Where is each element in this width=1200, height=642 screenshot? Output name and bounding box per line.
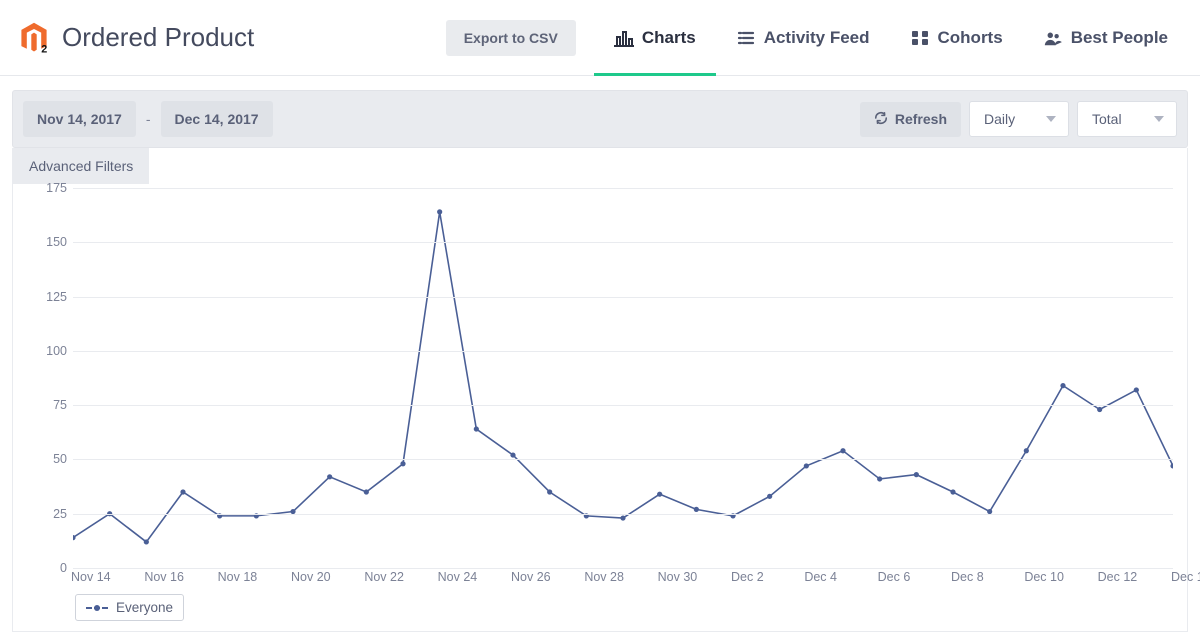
date-start-picker[interactable]: Nov 14, 2017	[23, 101, 136, 137]
gridline	[73, 459, 1173, 460]
series-line-everyone	[73, 212, 1173, 542]
legend-swatch-icon	[86, 603, 108, 613]
aggregate-value: Total	[1092, 111, 1122, 127]
y-tick-label: 100	[46, 344, 67, 358]
x-tick-label: Nov 28	[584, 570, 624, 584]
x-tick-label: Dec 8	[951, 570, 984, 584]
tab-label: Activity Feed	[764, 28, 870, 48]
tab-activity-feed[interactable]: Activity Feed	[716, 0, 890, 75]
x-tick-label: Dec 2	[731, 570, 764, 584]
x-tick-label: Nov 18	[218, 570, 258, 584]
refresh-icon	[874, 111, 888, 128]
refresh-label: Refresh	[895, 111, 947, 127]
gridline	[73, 351, 1173, 352]
export-csv-button[interactable]: Export to CSV	[446, 20, 576, 56]
tab-charts[interactable]: Charts	[594, 0, 716, 75]
granularity-select[interactable]: Daily	[969, 101, 1069, 137]
x-tick-label: Dec 4	[804, 570, 837, 584]
data-point[interactable]	[877, 476, 882, 481]
x-tick-label: Nov 22	[364, 570, 404, 584]
data-point[interactable]	[950, 489, 955, 494]
tab-label: Best People	[1071, 28, 1168, 48]
tab-label: Cohorts	[938, 28, 1003, 48]
granularity-value: Daily	[984, 111, 1015, 127]
svg-text:2: 2	[41, 43, 47, 55]
app-logo: 2 Ordered Product	[12, 20, 254, 56]
y-tick-label: 50	[53, 452, 67, 466]
x-tick-label: Nov 16	[144, 570, 184, 584]
gridline	[73, 405, 1173, 406]
data-point[interactable]	[144, 539, 149, 544]
advanced-filters-button[interactable]: Advanced Filters	[13, 148, 149, 184]
data-point[interactable]	[804, 463, 809, 468]
x-axis: Nov 14 Nov 16 Nov 18 Nov 20 Nov 22 Nov 24 Nov …	[73, 568, 1173, 588]
data-point[interactable]	[620, 515, 625, 520]
tab-best-people[interactable]: Best People	[1023, 0, 1188, 75]
gridline	[73, 188, 1173, 189]
data-point[interactable]	[1134, 387, 1139, 392]
data-point[interactable]	[914, 472, 919, 477]
x-tick-label: Nov 20	[291, 570, 331, 584]
data-point[interactable]	[1024, 448, 1029, 453]
gridline	[73, 242, 1173, 243]
x-tick-label: Nov 24	[438, 570, 478, 584]
x-tick-label: Dec 12	[1098, 570, 1138, 584]
x-tick-label: Nov 30	[658, 570, 698, 584]
data-point[interactable]	[364, 489, 369, 494]
gridline	[73, 297, 1173, 298]
page-title: Ordered Product	[62, 22, 254, 53]
aggregate-select[interactable]: Total	[1077, 101, 1177, 137]
people-icon	[1043, 29, 1063, 47]
bar-chart-icon	[614, 29, 634, 47]
x-tick-label: Dec 14	[1171, 570, 1200, 584]
legend-item-everyone[interactable]: Everyone	[75, 594, 184, 621]
data-point[interactable]	[180, 489, 185, 494]
y-axis: 0255075100125150175	[27, 188, 73, 568]
date-end-picker[interactable]: Dec 14, 2017	[161, 101, 273, 137]
data-point[interactable]	[327, 474, 332, 479]
gridline	[73, 514, 1173, 515]
y-tick-label: 175	[46, 181, 67, 195]
x-tick-label: Nov 14	[71, 570, 111, 584]
data-point[interactable]	[840, 448, 845, 453]
y-tick-label: 25	[53, 507, 67, 521]
grid-icon	[910, 29, 930, 47]
data-point[interactable]	[437, 209, 442, 214]
data-point[interactable]	[694, 507, 699, 512]
legend-label: Everyone	[116, 600, 173, 615]
date-range-separator: -	[146, 111, 151, 127]
chart-area: 0255075100125150175 Nov 14Nov 16Nov 18No…	[27, 188, 1173, 621]
y-tick-label: 0	[60, 561, 67, 575]
list-icon	[736, 29, 756, 47]
data-point[interactable]	[657, 492, 662, 497]
y-tick-label: 75	[53, 398, 67, 412]
tab-cohorts[interactable]: Cohorts	[890, 0, 1023, 75]
data-point[interactable]	[1060, 383, 1065, 388]
refresh-button[interactable]: Refresh	[860, 102, 961, 137]
y-tick-label: 125	[46, 290, 67, 304]
x-tick-label: Nov 26	[511, 570, 551, 584]
x-tick-label: Dec 6	[878, 570, 911, 584]
y-tick-label: 150	[46, 235, 67, 249]
data-point[interactable]	[400, 461, 405, 466]
data-point[interactable]	[767, 494, 772, 499]
data-point[interactable]	[1097, 407, 1102, 412]
data-point[interactable]	[474, 426, 479, 431]
x-tick-label: Dec 10	[1024, 570, 1064, 584]
tab-label: Charts	[642, 28, 696, 48]
data-point[interactable]	[1170, 463, 1173, 468]
magento-logo-icon: 2	[16, 20, 52, 56]
data-point[interactable]	[510, 452, 515, 457]
line-chart-svg	[73, 188, 1173, 568]
data-point[interactable]	[547, 489, 552, 494]
toolbar: Nov 14, 2017 - Dec 14, 2017 Refresh Dail…	[12, 90, 1188, 148]
